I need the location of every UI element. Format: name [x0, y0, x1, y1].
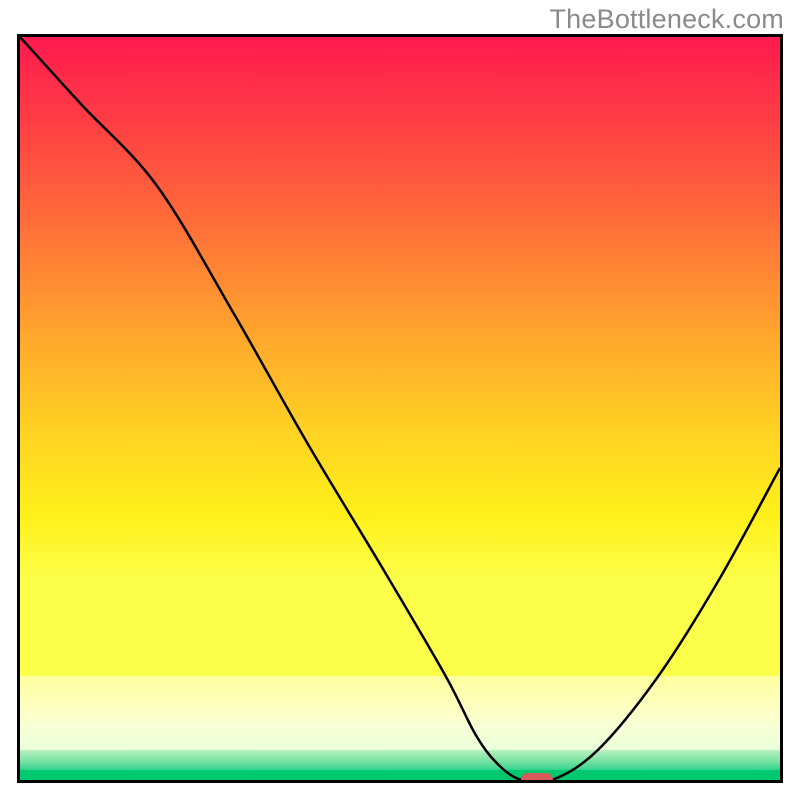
plot-area: [17, 34, 783, 783]
watermark-text: TheBottleneck.com: [549, 4, 784, 35]
bottleneck-curve: [20, 37, 780, 780]
optimal-point-marker: [521, 773, 553, 783]
chart-container: TheBottleneck.com: [0, 0, 800, 800]
